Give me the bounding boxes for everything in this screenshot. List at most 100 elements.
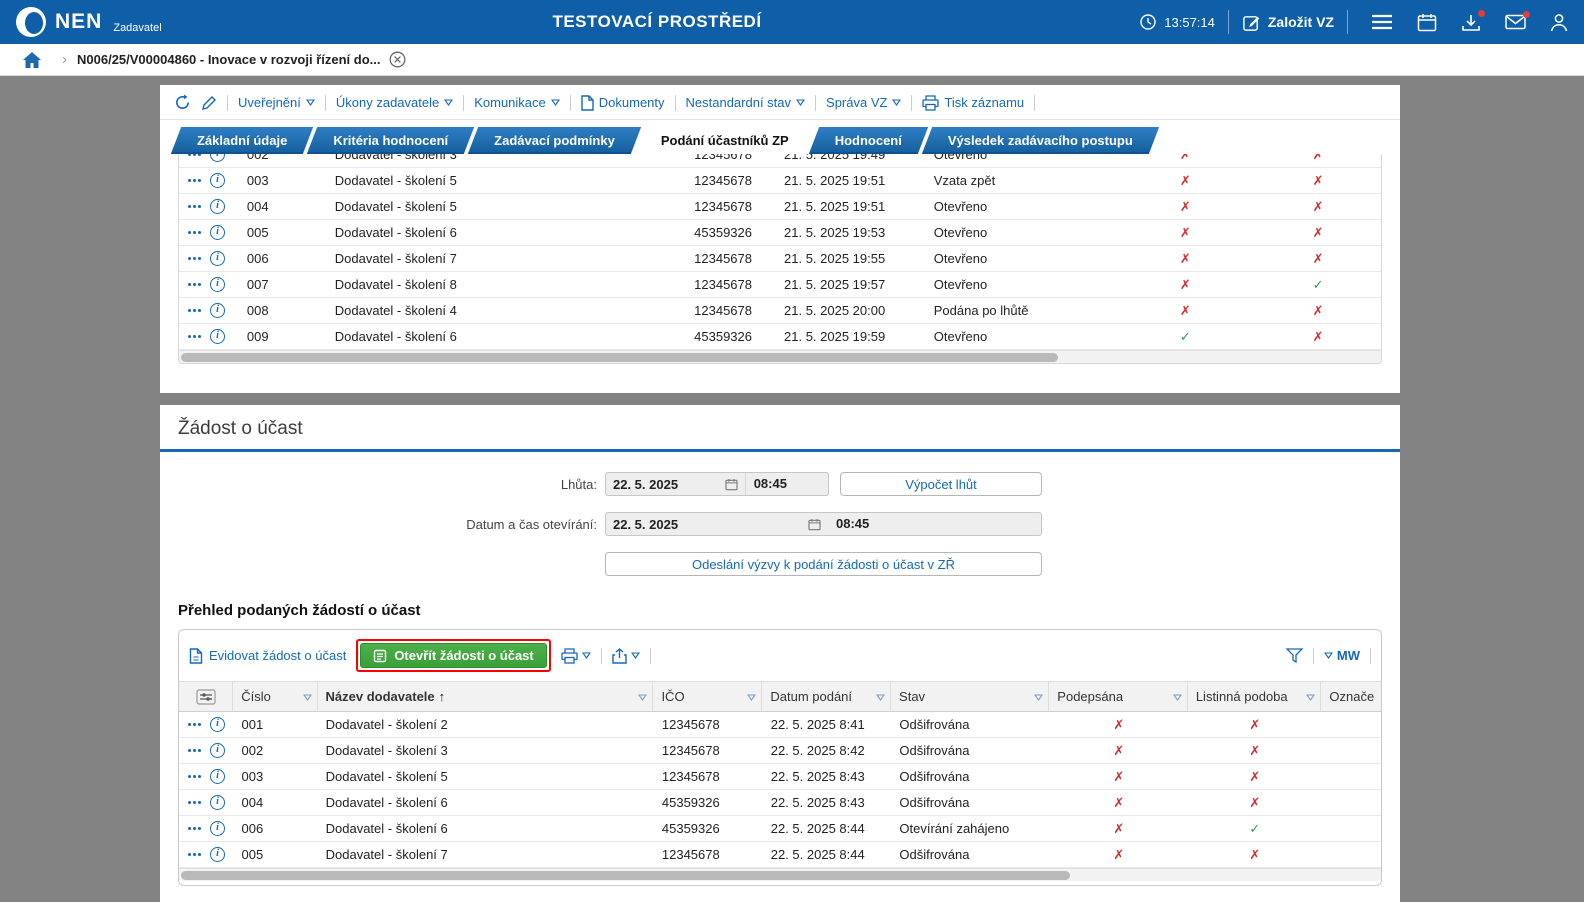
- mw-menu[interactable]: MW: [1323, 648, 1360, 663]
- scrollbar-thumb[interactable]: [181, 871, 1071, 880]
- row-info-icon[interactable]: i: [210, 795, 225, 810]
- tab-zadavaci-podminky[interactable]: Zadávací podmínky: [473, 127, 636, 154]
- row-menu-icon[interactable]: [188, 749, 191, 752]
- download-icon[interactable]: [1461, 9, 1485, 32]
- header-cislo[interactable]: Číslo: [233, 682, 318, 711]
- oteviranie-date-value[interactable]: 22. 5. 2025: [613, 517, 678, 532]
- cell-ico: 12345678: [661, 743, 720, 758]
- row-info-icon[interactable]: i: [210, 743, 225, 758]
- row-menu-icon[interactable]: [188, 853, 191, 856]
- tab-vysledek[interactable]: Výsledek zadávacího postupu: [927, 127, 1154, 154]
- row-info-icon[interactable]: i: [210, 821, 225, 836]
- header-datum-podani[interactable]: Datum podání: [762, 682, 892, 711]
- row-info-icon[interactable]: i: [210, 717, 225, 732]
- menu-komunikace[interactable]: Komunikace: [474, 95, 560, 110]
- calendar-icon[interactable]: [1417, 13, 1437, 32]
- row-info-icon[interactable]: i: [210, 847, 225, 862]
- table-row[interactable]: i 004 Dodavatel - školení 5 12345678 21.…: [179, 194, 1381, 220]
- menu-dokumenty[interactable]: Dokumenty: [581, 94, 665, 111]
- edit-icon[interactable]: [201, 95, 217, 111]
- row-menu-icon[interactable]: [188, 827, 191, 830]
- lhuta-time-value[interactable]: 08:45: [744, 473, 828, 495]
- table-row[interactable]: i 004 Dodavatel - školení 6 45359326 22.…: [179, 790, 1381, 816]
- oteviranie-datetime-input[interactable]: 22. 5. 2025 08:45: [605, 512, 1042, 536]
- header-nazev-dodavatele[interactable]: Název dodavatele ↑: [318, 682, 654, 711]
- menu-sprava-vz[interactable]: Správa VZ: [826, 95, 902, 110]
- row-menu-icon[interactable]: [188, 309, 191, 312]
- menu-ukony-zadavatele[interactable]: Úkony zadavatele: [336, 95, 454, 110]
- row-menu-icon[interactable]: [188, 154, 191, 156]
- row-info-icon[interactable]: i: [210, 329, 225, 344]
- table-row[interactable]: i 003 Dodavatel - školení 5 12345678 21.…: [179, 168, 1381, 194]
- row-info-icon[interactable]: i: [210, 154, 225, 162]
- row-menu-icon[interactable]: [188, 205, 191, 208]
- row-menu-icon[interactable]: [188, 231, 191, 234]
- lhuta-datetime-input[interactable]: 22. 5. 2025 08:45: [605, 472, 829, 496]
- create-vz-button[interactable]: Založit VZ: [1242, 13, 1334, 32]
- prehled-heading: Přehled podaných žádostí o účast: [178, 602, 421, 619]
- print-menu[interactable]: [561, 647, 591, 664]
- row-menu-icon[interactable]: [188, 723, 191, 726]
- header-listinna-podoba[interactable]: Listinná podoba: [1188, 682, 1322, 711]
- menu-uverejneni[interactable]: Uveřejnění: [238, 95, 315, 110]
- mail-icon[interactable]: [1505, 11, 1530, 30]
- row-menu-icon[interactable]: [188, 283, 191, 286]
- table-row[interactable]: i 005 Dodavatel - školení 6 45359326 21.…: [179, 220, 1381, 246]
- otevrit-zadosti-button[interactable]: Otevřít žádosti o účast: [360, 643, 547, 668]
- nen-brand[interactable]: NEN Zadavatel: [16, 7, 162, 37]
- odeslani-vyzvy-button[interactable]: Odeslání výzvy k podání žádosti o účast …: [605, 552, 1042, 576]
- tab-hodnoceni[interactable]: Hodnocení: [814, 127, 923, 154]
- row-info-icon[interactable]: i: [210, 277, 225, 292]
- table-row[interactable]: i 006 Dodavatel - školení 6 45359326 22.…: [179, 816, 1381, 842]
- table-row[interactable]: i 005 Dodavatel - školení 7 12345678 22.…: [179, 842, 1381, 868]
- row-info-icon[interactable]: i: [210, 303, 225, 318]
- row-info-icon[interactable]: i: [210, 769, 225, 784]
- row-menu-icon[interactable]: [188, 335, 191, 338]
- table-row[interactable]: i 009 Dodavatel - školení 6 45359326 21.…: [179, 324, 1381, 350]
- row-menu-icon[interactable]: [188, 179, 191, 182]
- close-record-icon[interactable]: [389, 51, 406, 68]
- row-menu-icon[interactable]: [188, 801, 191, 804]
- table-row[interactable]: i 003 Dodavatel - školení 5 12345678 22.…: [179, 764, 1381, 790]
- tab-podani-ucastniku-zp[interactable]: Podání účastníků ZP: [640, 127, 810, 154]
- row-menu-icon[interactable]: [188, 775, 191, 778]
- header-podepsana[interactable]: Podepsána: [1049, 682, 1188, 711]
- table-row[interactable]: i 001 Dodavatel - školení 2 12345678 22.…: [179, 712, 1381, 738]
- header-oznaceni[interactable]: Označe: [1321, 682, 1381, 711]
- vypocet-lhut-button[interactable]: Výpočet lhůt: [840, 472, 1042, 496]
- row-menu-icon[interactable]: [188, 257, 191, 260]
- table-row[interactable]: i 007 Dodavatel - školení 8 12345678 21.…: [179, 272, 1381, 298]
- zadosti-table-body: i 001 Dodavatel - školení 2 12345678 22.…: [179, 712, 1381, 868]
- header-ico[interactable]: IČO: [653, 682, 763, 711]
- table-row[interactable]: i 008 Dodavatel - školení 4 12345678 21.…: [179, 298, 1381, 324]
- home-icon[interactable]: [14, 51, 50, 69]
- tab-kriteria-hodnoceni[interactable]: Kritéria hodnocení: [312, 127, 469, 154]
- menu-tisk-zaznamu[interactable]: Tisk záznamu: [922, 94, 1024, 111]
- filter-icon[interactable]: [1285, 648, 1303, 663]
- table-row[interactable]: i 002 Dodavatel - školení 3 12345678 21.…: [179, 154, 1381, 168]
- cell-ico: 12345678: [694, 173, 752, 188]
- row-info-icon[interactable]: i: [210, 225, 225, 240]
- header-stav[interactable]: Stav: [891, 682, 1050, 711]
- row-info-icon[interactable]: i: [210, 173, 225, 188]
- lhuta-date-value[interactable]: 22. 5. 2025: [613, 477, 678, 492]
- column-settings-button[interactable]: [179, 682, 234, 711]
- evidovat-zadost-button[interactable]: Evidovat žádost o účast: [189, 647, 346, 664]
- menu-nestandardni-stav[interactable]: Nestandardní stav: [686, 95, 806, 110]
- horizontal-scrollbar: [179, 350, 1381, 363]
- breadcrumb-record-title[interactable]: N006/25/V00004860 - Inovace v rozvoji ří…: [77, 52, 380, 67]
- table-row[interactable]: i 002 Dodavatel - školení 3 12345678 22.…: [179, 738, 1381, 764]
- cell-cislo: 002: [246, 154, 269, 162]
- tab-zakladni-udaje[interactable]: Základní údaje: [176, 127, 308, 154]
- row-info-icon[interactable]: i: [210, 251, 225, 266]
- table-row[interactable]: i 006 Dodavatel - školení 7 12345678 21.…: [179, 246, 1381, 272]
- export-menu[interactable]: [612, 647, 640, 664]
- row-info-icon[interactable]: i: [210, 199, 225, 214]
- scrollbar-thumb[interactable]: [181, 353, 1059, 362]
- menu-icon[interactable]: [1371, 14, 1393, 30]
- user-icon[interactable]: [1550, 13, 1568, 32]
- cell-ico: 12345678: [694, 303, 752, 318]
- cell-podepsana: ✗: [1113, 821, 1125, 836]
- oteviranie-time-value[interactable]: 08:45: [828, 513, 1041, 535]
- undo-icon[interactable]: [174, 94, 191, 111]
